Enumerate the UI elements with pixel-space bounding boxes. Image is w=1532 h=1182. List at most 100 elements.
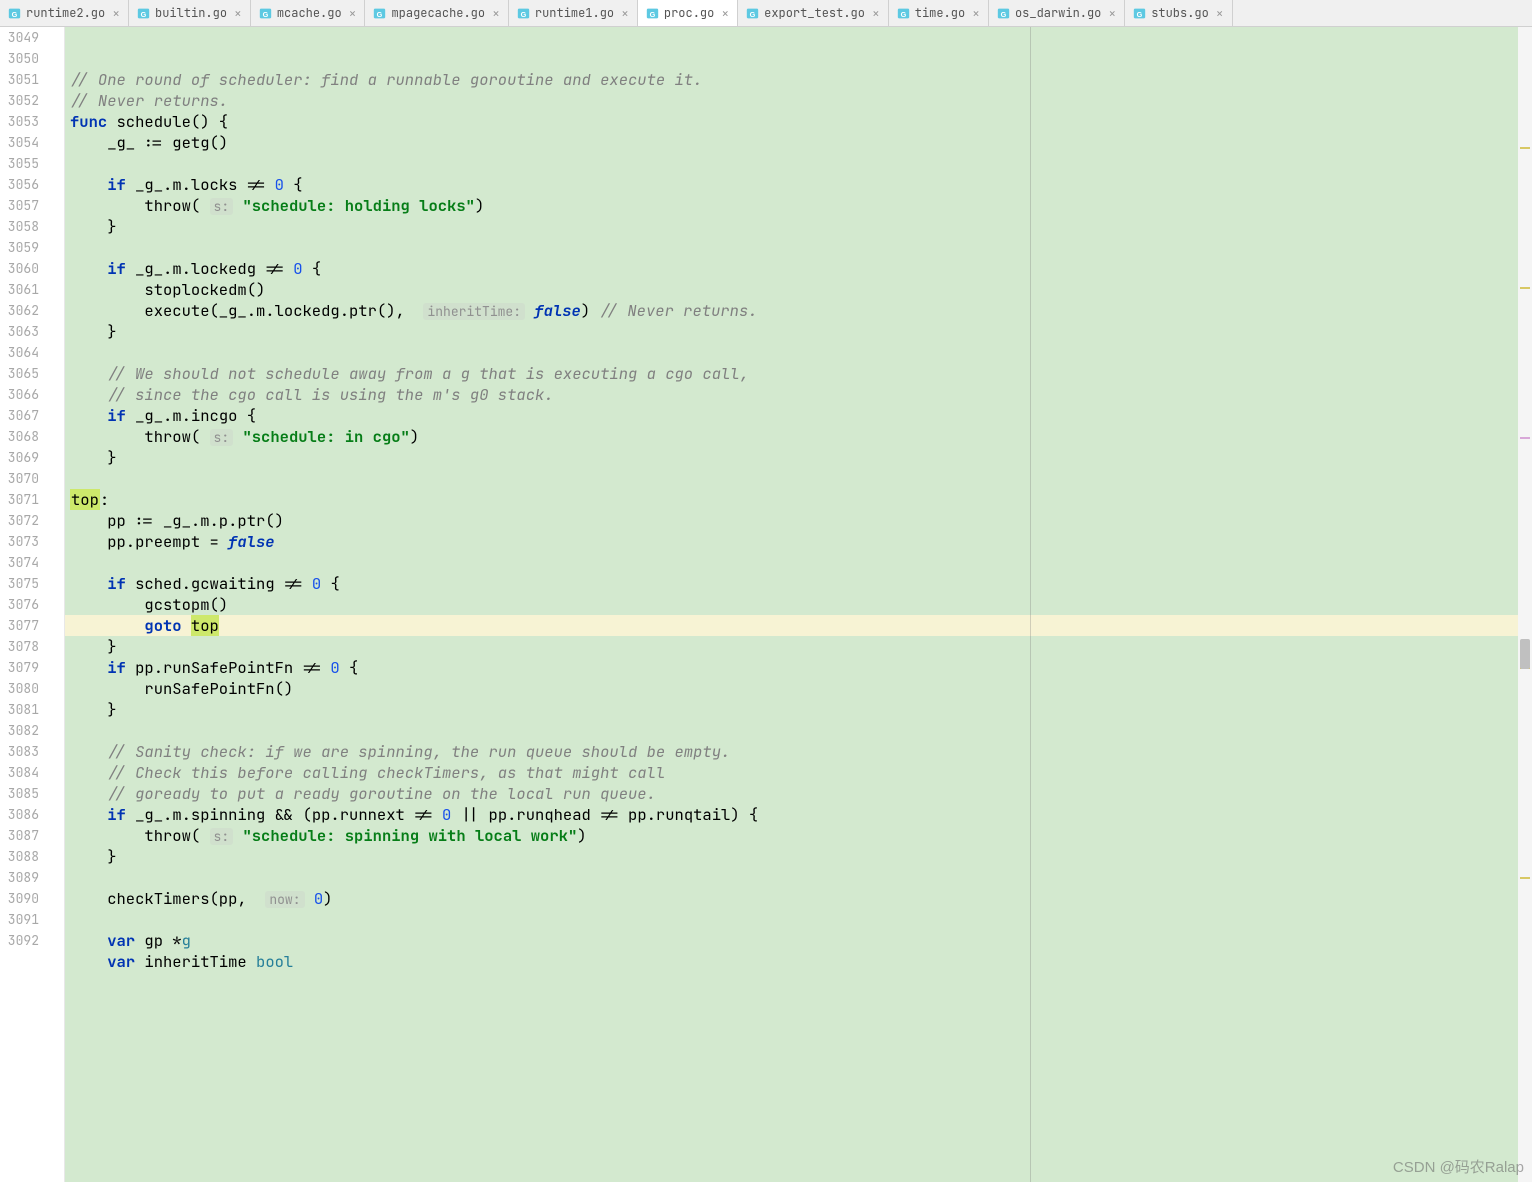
code-line[interactable]: var gp *g — [65, 930, 1532, 951]
code-line[interactable] — [65, 342, 1532, 363]
code-line[interactable]: // One round of scheduler: find a runnab… — [65, 69, 1532, 90]
code-line[interactable]: checkTimers(pp, now: 0) — [65, 888, 1532, 909]
close-icon[interactable]: × — [872, 5, 880, 22]
svg-text:G: G — [521, 9, 527, 18]
code-line[interactable]: _g_ := getg() — [65, 132, 1532, 153]
line-number: 3068 — [0, 426, 39, 447]
code-line[interactable] — [65, 552, 1532, 573]
line-number: 3072 — [0, 510, 39, 531]
close-icon[interactable]: × — [1216, 5, 1224, 22]
line-number: 3062 — [0, 300, 39, 321]
code-line[interactable]: // goready to put a ready goroutine on t… — [65, 783, 1532, 804]
token-label: top — [70, 489, 100, 510]
tab-label: export_test.go — [764, 5, 865, 21]
code-line[interactable]: if _g_.m.locks != 0 { — [65, 174, 1532, 195]
code-line[interactable]: } — [65, 699, 1532, 720]
token-number: 0 — [293, 258, 302, 279]
close-icon[interactable]: × — [721, 5, 729, 22]
code-line[interactable]: } — [65, 447, 1532, 468]
tab-os_darwin-go[interactable]: Gos_darwin.go × — [989, 0, 1125, 26]
token-plain: } — [107, 636, 116, 657]
tab-time-go[interactable]: Gtime.go× — [889, 0, 989, 26]
code-line[interactable] — [65, 720, 1532, 741]
code-line[interactable]: // We should not schedule away from a g … — [65, 363, 1532, 384]
tab-label: runtime2.go — [26, 5, 105, 21]
code-line[interactable]: top: — [65, 489, 1532, 510]
line-number: 3056 — [0, 174, 39, 195]
svg-text:G: G — [650, 9, 656, 18]
token-plain: } — [107, 216, 116, 237]
code-line[interactable]: goto top — [65, 615, 1532, 636]
token-number: 0 — [275, 174, 284, 195]
token-comment: // Sanity check: if we are spinning, the… — [107, 741, 730, 762]
code-line[interactable]: pp.preempt = false — [65, 531, 1532, 552]
tab-runtime1-go[interactable]: Gruntime1.go× — [509, 0, 638, 26]
token-plain: ) — [323, 888, 332, 909]
code-line[interactable] — [65, 867, 1532, 888]
token-number: 0 — [314, 888, 323, 909]
code-line[interactable]: if sched.gcwaiting != 0 { — [65, 573, 1532, 594]
token-plain: ) — [581, 300, 600, 321]
code-line[interactable] — [65, 909, 1532, 930]
code-line[interactable] — [65, 972, 1532, 993]
code-area[interactable]: // One round of scheduler: find a runnab… — [65, 27, 1532, 1182]
code-line[interactable]: // Sanity check: if we are spinning, the… — [65, 741, 1532, 762]
tab-proc-go[interactable]: Gproc.go× — [638, 0, 738, 26]
go-file-icon: G — [259, 7, 272, 20]
tab-export_test-go[interactable]: Gexport_test.go × — [738, 0, 889, 26]
token-plain: pp.runSafePointFn != — [126, 657, 331, 678]
code-line[interactable] — [65, 153, 1532, 174]
code-line[interactable]: throw( s: "schedule: in cgo") — [65, 426, 1532, 447]
code-line[interactable]: gcstopm() — [65, 594, 1532, 615]
code-line[interactable]: // Never returns. — [65, 90, 1532, 111]
code-line[interactable]: stoplockedm() — [65, 279, 1532, 300]
code-line[interactable]: execute(_g_.m.lockedg.ptr(), inheritTime… — [65, 300, 1532, 321]
close-icon[interactable]: × — [492, 5, 500, 22]
tab-builtin-go[interactable]: Gbuiltin.go× — [129, 0, 251, 26]
code-line[interactable]: if pp.runSafePointFn != 0 { — [65, 657, 1532, 678]
go-file-icon: G — [746, 7, 759, 20]
code-line[interactable] — [65, 468, 1532, 489]
tab-label: os_darwin.go — [1015, 5, 1101, 21]
close-icon[interactable]: × — [234, 5, 242, 22]
tab-mpagecache-go[interactable]: Gmpagecache.go× — [365, 0, 508, 26]
code-line[interactable]: if _g_.m.spinning && (pp.runnext != 0 ||… — [65, 804, 1532, 825]
token-plain: _g_ := getg() — [107, 132, 228, 153]
code-line[interactable]: if _g_.m.incgo { — [65, 405, 1532, 426]
close-icon[interactable]: × — [621, 5, 629, 22]
close-icon[interactable]: × — [349, 5, 357, 22]
tab-runtime2-go[interactable]: Gruntime2.go× — [0, 0, 129, 26]
close-icon[interactable]: × — [972, 5, 980, 22]
code-line[interactable]: if _g_.m.lockedg != 0 { — [65, 258, 1532, 279]
code-line[interactable]: var inheritTime bool — [65, 951, 1532, 972]
tab-label: mcache.go — [277, 5, 342, 21]
token-bool: false — [534, 300, 581, 321]
code-line[interactable] — [65, 237, 1532, 258]
code-line[interactable]: throw( s: "schedule: spinning with local… — [65, 825, 1532, 846]
token-plain: ) — [577, 825, 586, 846]
scrollbar-thumb[interactable] — [1520, 639, 1530, 669]
code-line[interactable]: } — [65, 636, 1532, 657]
code-line[interactable]: pp := _g_.m.p.ptr() — [65, 510, 1532, 531]
token-comment: // We should not schedule away from a g … — [107, 363, 749, 384]
code-line[interactable]: // Check this before calling checkTimers… — [65, 762, 1532, 783]
token-string: "schedule: in cgo" — [242, 426, 409, 447]
line-number: 3081 — [0, 699, 39, 720]
vertical-scrollbar[interactable] — [1518, 27, 1532, 1182]
code-line[interactable]: } — [65, 216, 1532, 237]
token-number: 0 — [330, 657, 339, 678]
code-line[interactable]: } — [65, 321, 1532, 342]
close-icon[interactable]: × — [1108, 5, 1116, 22]
tab-mcache-go[interactable]: Gmcache.go × — [251, 0, 366, 26]
scroll-marker — [1520, 287, 1530, 289]
code-line[interactable]: runSafePointFn() — [65, 678, 1532, 699]
go-file-icon: G — [997, 7, 1010, 20]
line-number: 3090 — [0, 888, 39, 909]
tab-stubs-go[interactable]: Gstubs.go× — [1125, 0, 1232, 26]
code-line[interactable]: func schedule() { — [65, 111, 1532, 132]
line-number: 3065 — [0, 363, 39, 384]
code-line[interactable]: // since the cgo call is using the m's g… — [65, 384, 1532, 405]
close-icon[interactable]: × — [112, 5, 120, 22]
code-line[interactable]: throw( s: "schedule: holding locks") — [65, 195, 1532, 216]
code-line[interactable]: } — [65, 846, 1532, 867]
